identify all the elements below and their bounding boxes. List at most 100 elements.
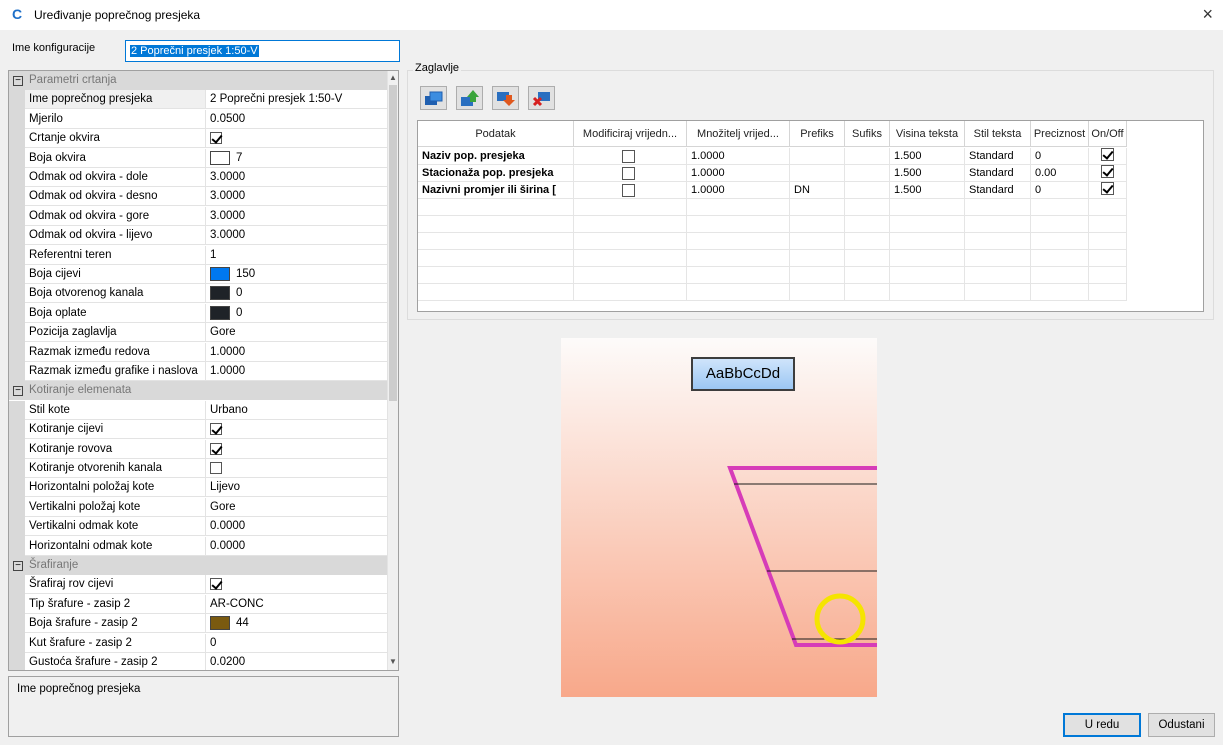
property-value[interactable]: 2 Poprečni presjek 1:50-V: [206, 90, 387, 108]
property-row[interactable]: Boja oplate 0: [9, 303, 387, 323]
property-row[interactable]: Razmak između redova 1.0000: [9, 342, 387, 362]
property-value[interactable]: 1: [206, 246, 387, 264]
close-icon[interactable]: ×: [1202, 4, 1213, 25]
column-header[interactable]: Podatak: [418, 121, 574, 147]
table-cell[interactable]: 1.0000: [687, 182, 790, 199]
move-up-button[interactable]: [456, 86, 483, 110]
column-header[interactable]: Preciznost: [1031, 121, 1089, 147]
table-cell[interactable]: Standard: [965, 165, 1031, 182]
column-header[interactable]: Sufiks: [845, 121, 890, 147]
table-cell[interactable]: 0: [1031, 182, 1089, 199]
property-value[interactable]: 0: [206, 634, 387, 652]
property-row[interactable]: Vertikalni položaj kote Gore: [9, 497, 387, 517]
property-value[interactable]: 0.0000: [206, 517, 387, 535]
property-row[interactable]: Šrafiraj rov cijevi: [9, 575, 387, 595]
category-header[interactable]: − Parametri crtanja: [9, 71, 387, 90]
property-checkbox[interactable]: [210, 132, 222, 145]
property-value[interactable]: Lijevo: [206, 478, 387, 496]
property-row[interactable]: Kotiranje cijevi: [9, 420, 387, 440]
property-checkbox[interactable]: [210, 578, 222, 591]
property-checkbox[interactable]: [210, 462, 222, 474]
property-value[interactable]: 0.0500: [206, 110, 387, 128]
table-cell[interactable]: [574, 148, 687, 165]
column-header[interactable]: Modificiraj vrijedn...: [574, 121, 687, 147]
property-row[interactable]: Boja cijevi 150: [9, 265, 387, 284]
property-value[interactable]: 44: [206, 614, 387, 632]
property-value[interactable]: 0.0200: [206, 653, 387, 670]
property-row[interactable]: Referentni teren 1: [9, 245, 387, 265]
property-row[interactable]: Odmak od okvira - dole 3.0000: [9, 168, 387, 187]
collapse-icon[interactable]: −: [13, 76, 23, 86]
property-value[interactable]: Gore: [206, 323, 387, 341]
table-cell[interactable]: 1.500: [890, 182, 965, 199]
property-row[interactable]: Crtanje okvira: [9, 129, 387, 149]
table-cell[interactable]: 0: [1031, 148, 1089, 165]
property-row[interactable]: Odmak od okvira - gore 3.0000: [9, 206, 387, 226]
collapse-icon[interactable]: −: [13, 561, 23, 571]
property-value[interactable]: [206, 420, 387, 438]
table-cell[interactable]: [845, 148, 890, 165]
property-row[interactable]: Razmak između grafike i naslova 1.0000: [9, 362, 387, 381]
table-cell[interactable]: 1.0000: [687, 148, 790, 165]
table-cell[interactable]: Nazivni promjer ili širina [: [418, 182, 574, 199]
table-cell[interactable]: [1089, 182, 1127, 199]
config-name-input[interactable]: 2 Poprečni presjek 1:50-V: [125, 40, 400, 62]
property-checkbox[interactable]: [210, 442, 222, 455]
property-value[interactable]: 7: [206, 149, 387, 167]
column-header[interactable]: Prefiks: [790, 121, 845, 147]
property-value[interactable]: [206, 575, 387, 593]
property-value[interactable]: 0: [206, 284, 387, 302]
property-row[interactable]: Boja otvorenog kanala 0: [9, 284, 387, 304]
table-cell[interactable]: [790, 165, 845, 182]
property-value[interactable]: 150: [206, 265, 387, 283]
move-down-button[interactable]: [492, 86, 519, 110]
property-row[interactable]: Tip šrafure - zasip 2 AR-CONC: [9, 594, 387, 614]
cancel-button[interactable]: Odustani: [1148, 713, 1215, 737]
scroll-up-icon[interactable]: ▲: [389, 73, 397, 82]
column-header[interactable]: Stil teksta: [965, 121, 1031, 147]
property-row[interactable]: Odmak od okvira - lijevo 3.0000: [9, 226, 387, 246]
on-off-checkbox[interactable]: [1101, 182, 1114, 195]
property-value[interactable]: 3.0000: [206, 168, 387, 186]
property-row[interactable]: Kut šrafure - zasip 2 0: [9, 633, 387, 653]
property-value[interactable]: 3.0000: [206, 226, 387, 244]
property-value[interactable]: [206, 129, 387, 147]
ok-button[interactable]: U redu: [1063, 713, 1141, 737]
header-data-table[interactable]: Podatak Modificiraj vrijedn... Množitelj v…: [417, 120, 1204, 312]
property-value[interactable]: 1.0000: [206, 343, 387, 361]
table-cell[interactable]: 1.500: [890, 165, 965, 182]
table-cell[interactable]: [574, 182, 687, 199]
table-cell[interactable]: [845, 165, 890, 182]
property-value[interactable]: 3.0000: [206, 207, 387, 225]
property-row[interactable]: Kotiranje rovova: [9, 439, 387, 459]
property-row[interactable]: Boja šrafure - zasip 2 44: [9, 614, 387, 634]
table-cell[interactable]: 1.0000: [687, 165, 790, 182]
table-cell[interactable]: Naziv pop. presjeka: [418, 148, 574, 165]
on-off-checkbox[interactable]: [1101, 165, 1114, 178]
category-header[interactable]: − Kotiranje elemenata: [9, 381, 387, 401]
property-row[interactable]: Ime poprečnog presjeka 2 Poprečni presjek…: [9, 90, 387, 110]
property-value[interactable]: 0.0000: [206, 537, 387, 555]
property-value[interactable]: 1.0000: [206, 362, 387, 380]
table-cell[interactable]: Standard: [965, 182, 1031, 199]
table-cell[interactable]: DN: [790, 182, 845, 199]
property-value[interactable]: 3.0000: [206, 187, 387, 205]
table-cell[interactable]: [790, 148, 845, 165]
property-row[interactable]: Kotiranje otvorenih kanala: [9, 459, 387, 478]
property-row[interactable]: Odmak od okvira - desno 3.0000: [9, 187, 387, 207]
table-cell[interactable]: 0.00: [1031, 165, 1089, 182]
property-row[interactable]: Boja okvira 7: [9, 148, 387, 168]
property-row[interactable]: Vertikalni odmak kote 0.0000: [9, 517, 387, 537]
scroll-down-icon[interactable]: ▼: [389, 657, 397, 666]
table-cell[interactable]: Standard: [965, 148, 1031, 165]
property-value[interactable]: 0: [206, 304, 387, 322]
on-off-checkbox[interactable]: [1101, 148, 1114, 161]
collapse-icon[interactable]: −: [13, 386, 23, 397]
scrollbar-thumb[interactable]: [389, 85, 397, 401]
property-grid[interactable]: − Parametri crtanja Ime poprečnog presjeka…: [8, 70, 399, 671]
property-checkbox[interactable]: [210, 423, 222, 436]
property-value[interactable]: AR-CONC: [206, 595, 387, 613]
column-header[interactable]: On/Off: [1089, 121, 1127, 147]
delete-row-button[interactable]: [528, 86, 555, 110]
copy-rows-button[interactable]: [420, 86, 447, 110]
